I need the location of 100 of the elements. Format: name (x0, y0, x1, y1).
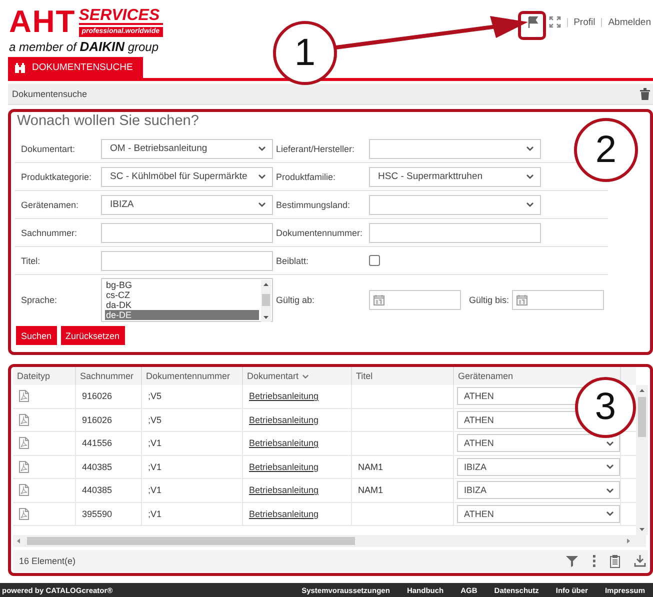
document-link[interactable]: Betriebsanleitung (249, 508, 319, 519)
select-field[interactable]: SC - Kühlmöbel für Supermärkte (101, 166, 273, 186)
chevron-icon (526, 202, 534, 207)
table-cell: NAM1 (358, 485, 384, 496)
logo-brand: AHT (9, 8, 76, 35)
chevron-icon (606, 464, 614, 470)
input-field[interactable] (101, 222, 273, 242)
field-label: Gültig bis: (469, 295, 510, 305)
column-header[interactable]: Dokumentennummer (142, 367, 243, 385)
form-button[interactable]: Zurücksetzen (60, 326, 125, 345)
field-label: Sachnummer: (20, 228, 78, 238)
field-label: Titel: (20, 256, 42, 266)
calendar-icon (373, 294, 385, 306)
pdf-file-icon[interactable] (19, 437, 29, 450)
select-field[interactable]: IBIZA (101, 194, 273, 214)
table-cell: ;V1 (148, 438, 162, 448)
chevron-icon (258, 202, 266, 207)
flag-icon[interactable] (526, 16, 539, 28)
select-field[interactable] (369, 194, 541, 214)
list-option[interactable]: bg-BG (105, 280, 259, 290)
binoculars-icon (14, 62, 26, 74)
document-link[interactable]: Betriebsanleitung (249, 462, 319, 472)
input-field[interactable] (101, 250, 273, 270)
calendar-icon (516, 294, 528, 306)
field-label: Gültig ab: (275, 295, 316, 305)
chevron-icon (606, 440, 614, 446)
listbox[interactable]: bg-BG cs-CZ da-DK de-DE (101, 278, 273, 322)
select-field[interactable] (369, 138, 541, 158)
field-label: Sprache: (20, 295, 58, 305)
chevron-icon (606, 488, 614, 493)
pdf-file-icon[interactable] (19, 390, 29, 402)
field-label: Produktkategorie: (20, 172, 93, 182)
date-field[interactable] (512, 290, 604, 310)
column-header[interactable]: Dokumentart (243, 367, 352, 385)
field-label: Dokumentart: (20, 144, 76, 154)
download-icon[interactable] (634, 555, 646, 567)
field-label: Beiblatt: (275, 256, 310, 266)
column-header[interactable]: Dateityp (13, 367, 76, 385)
fullscreen-icon[interactable] (548, 16, 561, 28)
pdf-file-icon[interactable] (19, 484, 29, 496)
table-cell: ;V5 (148, 391, 162, 402)
select-field[interactable]: OM - Betriebsanleitung (101, 138, 273, 158)
chevron-icon (258, 174, 266, 179)
table-cell: ;V1 (148, 485, 162, 496)
table-cell: ;V1 (148, 508, 162, 519)
document-link[interactable]: Betriebsanleitung (249, 414, 319, 425)
list-option[interactable]: da-DK (105, 300, 259, 310)
pdf-file-icon[interactable] (19, 460, 29, 473)
table-cell: 441556 (82, 438, 112, 448)
logo-services: SERVICES (78, 8, 163, 25)
list-option[interactable]: de-DE (105, 310, 259, 320)
select-field[interactable]: HSC - Supermarkttruhen (369, 166, 541, 186)
pdf-file-icon[interactable] (19, 414, 29, 426)
field-label: Dokumentennummer: (275, 228, 364, 238)
field-label: Gerätenamen: (20, 200, 80, 210)
chevron-icon (526, 146, 534, 151)
field-label: Bestimmungsland: (275, 200, 352, 210)
item-count: 16 Element(e) (19, 556, 76, 566)
form-title: Wonach wollen Sie suchen? (17, 113, 200, 129)
breadcrumb: Dokumentensuche (12, 89, 88, 99)
column-header[interactable]: Sachnummer (76, 367, 142, 385)
trash-icon[interactable] (640, 88, 650, 100)
date-field[interactable] (369, 290, 461, 310)
form-button[interactable]: Suchen (16, 326, 57, 345)
chevron-icon (526, 174, 534, 179)
document-link[interactable]: Betriebsanleitung (249, 485, 319, 496)
document-link[interactable]: Betriebsanleitung (249, 391, 319, 402)
filter-icon[interactable] (566, 555, 578, 567)
nav-link[interactable]: Abmelden (608, 16, 651, 28)
list-option[interactable]: cs-CZ (105, 290, 259, 300)
horizontal-scrollbar[interactable] (13, 535, 646, 547)
more-icon[interactable] (592, 555, 596, 567)
chevron-icon (258, 146, 266, 151)
table-cell: 916026 (82, 414, 112, 425)
sort-caret-icon (302, 374, 309, 378)
table-cell: 395590 (82, 508, 112, 519)
callout-tooltip: 1 (273, 21, 337, 85)
field-label: Lieferant/Hersteller: (275, 144, 356, 154)
table-cell: NAM1 (358, 462, 384, 472)
vertical-scrollbar[interactable] (261, 280, 271, 322)
tab[interactable]: DOKUMENTENSUCHE (8, 57, 143, 78)
pdf-file-icon[interactable] (19, 508, 29, 520)
select-field[interactable]: IBIZA (457, 481, 620, 500)
select-field[interactable]: ATHEN (457, 504, 620, 523)
select-field[interactable]: IBIZA (457, 458, 620, 476)
table-cell: ;V5 (148, 414, 162, 425)
logo-member-line: a member of DAIKIN group (9, 39, 160, 54)
table-cell: 440385 (82, 485, 112, 496)
clipboard-icon[interactable] (610, 554, 620, 568)
checkbox[interactable] (369, 255, 380, 266)
vertical-scrollbar[interactable] (636, 385, 648, 535)
input-field[interactable] (369, 222, 541, 242)
table-cell: 440385 (82, 462, 112, 472)
table-cell: 916026 (82, 391, 112, 402)
nav-link[interactable]: Profil (574, 16, 596, 28)
document-link[interactable]: Betriebsanleitung (249, 438, 319, 448)
column-header[interactable]: Titel (352, 367, 454, 385)
select-field[interactable]: ATHEN (457, 434, 620, 452)
table-cell: ;V1 (148, 462, 162, 472)
field-label: Produktfamilie: (275, 172, 337, 182)
